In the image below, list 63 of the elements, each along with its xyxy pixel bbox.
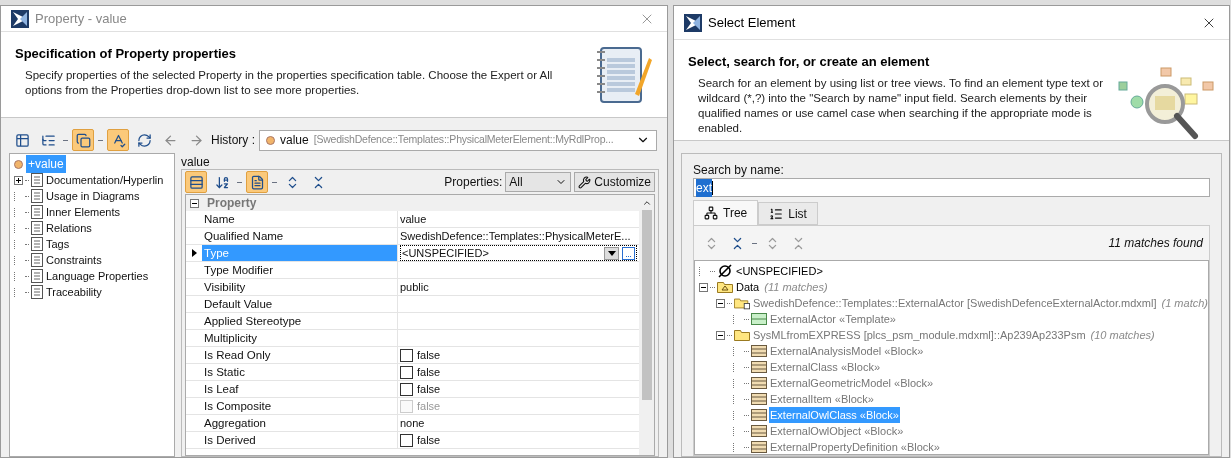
property-value: none — [400, 415, 425, 431]
tree-item[interactable]: ExternalGeometricModel «Block» — [769, 374, 935, 392]
window-title: Property - value — [35, 9, 127, 28]
property-name[interactable]: Is Derived — [202, 432, 398, 448]
tree-item[interactable]: Constraints — [45, 251, 103, 269]
tree-item[interactable]: ExternalItem «Block» — [769, 390, 875, 408]
group-label: value — [181, 154, 211, 169]
tree-item[interactable]: Traceability — [45, 283, 103, 301]
tree-item[interactable]: ExternalActor «Template» — [769, 310, 897, 328]
property-name[interactable]: Applied Stereotype — [202, 313, 398, 329]
property-name[interactable]: Is Leaf — [202, 381, 398, 397]
match-summary: 11 matches found — [1108, 235, 1203, 252]
property-name[interactable]: Type Modifier — [202, 262, 398, 278]
tab[interactable]: List — [758, 202, 818, 225]
property-value: false — [417, 347, 441, 363]
history-name: value — [280, 132, 309, 149]
history-path: [SwedishDefence::Templates::PhysicalMeterElement::MyRdlProp... — [313, 132, 614, 148]
property-name[interactable]: Qualified Name — [202, 228, 398, 244]
match-count: (10 matches) — [1090, 327, 1155, 343]
match-count: (11 matches) — [764, 279, 828, 295]
match-count: (1 match) — [1161, 295, 1208, 311]
property-name[interactable]: Default Value — [202, 296, 398, 312]
tree-item[interactable]: ExternalAnalysisModel «Block» — [769, 342, 925, 360]
tree-item[interactable]: SwedishDefence::Templates::ExternalActor [SwedishDefenceExternalActor.mdxml] — [752, 294, 1158, 312]
property-name[interactable]: Aggregation — [202, 415, 398, 431]
property-value: false — [417, 432, 441, 448]
tree-item[interactable]: Inner Elements — [45, 203, 121, 221]
properties-dropdown[interactable]: All — [505, 172, 572, 192]
property-value: false — [417, 398, 441, 414]
property-value: false — [417, 364, 441, 380]
header-title: Specification of Property properties — [15, 45, 238, 63]
property-name[interactable]: Visibility — [202, 279, 398, 295]
tree-item[interactable]: <UNSPECIFIED> — [735, 262, 824, 280]
property-name[interactable]: Name — [202, 211, 398, 227]
tab[interactable]: Tree — [693, 200, 759, 225]
tree-item[interactable]: Relations — [45, 219, 93, 237]
property-value: value — [400, 211, 427, 227]
header-title: Select, search for, or create an element — [688, 53, 931, 71]
tree-item[interactable]: ExternalClass «Block» — [769, 358, 882, 376]
section-title: Property — [207, 195, 257, 212]
header-description: Specify properties of the selected Property in the properties specification table. Choose the Expert or All options from the Properties drop-down list to see more properties. — [24, 67, 554, 98]
property-value: public — [400, 279, 429, 295]
tree-item[interactable]: Data — [735, 278, 761, 296]
window-title: Select Element — [708, 13, 796, 32]
tree-item[interactable]: Tags — [45, 235, 71, 253]
tree-item[interactable]: Language Properties — [45, 267, 150, 285]
customize-button[interactable]: Customize — [574, 172, 655, 192]
property-name[interactable]: Is Read Only — [202, 347, 398, 363]
property-value: false — [417, 381, 441, 397]
tree-item[interactable]: ExternalPropertyDefinition «Block» — [769, 438, 941, 454]
tree-item[interactable]: ExternalOwlObject «Block» — [769, 422, 905, 440]
search-field[interactable]: ext — [693, 178, 1210, 197]
tree-item[interactable]: Usage in Diagrams — [45, 187, 141, 205]
header-description: Search for an element by using list or tree views. To find an element type text or wildcard (*,?) into the "Search by name" input field. Search elements by their qualified names or use camel case when searching if the appropriate mode is enabled. — [697, 75, 1105, 136]
properties-label: Properties: — [444, 174, 503, 191]
tree-item[interactable]: SysMLfromEXPRESS [plcs_psm_module.mdxml]::Ap239Ap233Psm — [752, 326, 1087, 344]
history-dropdown[interactable]: value [SwedishDefence::Templates::PhysicalMeterElement::MyRdlProp... — [259, 129, 657, 151]
property-name[interactable]: Is Static — [202, 364, 398, 380]
history-label: History : — [211, 132, 255, 149]
property-name[interactable]: Multiplicity — [202, 330, 398, 346]
property-value: SwedishDefence::Templates::PhysicalMeterE... — [400, 228, 631, 244]
tree-item[interactable]: Documentation/Hyperlin — [45, 171, 165, 189]
search-label: Search by name: — [693, 163, 785, 178]
